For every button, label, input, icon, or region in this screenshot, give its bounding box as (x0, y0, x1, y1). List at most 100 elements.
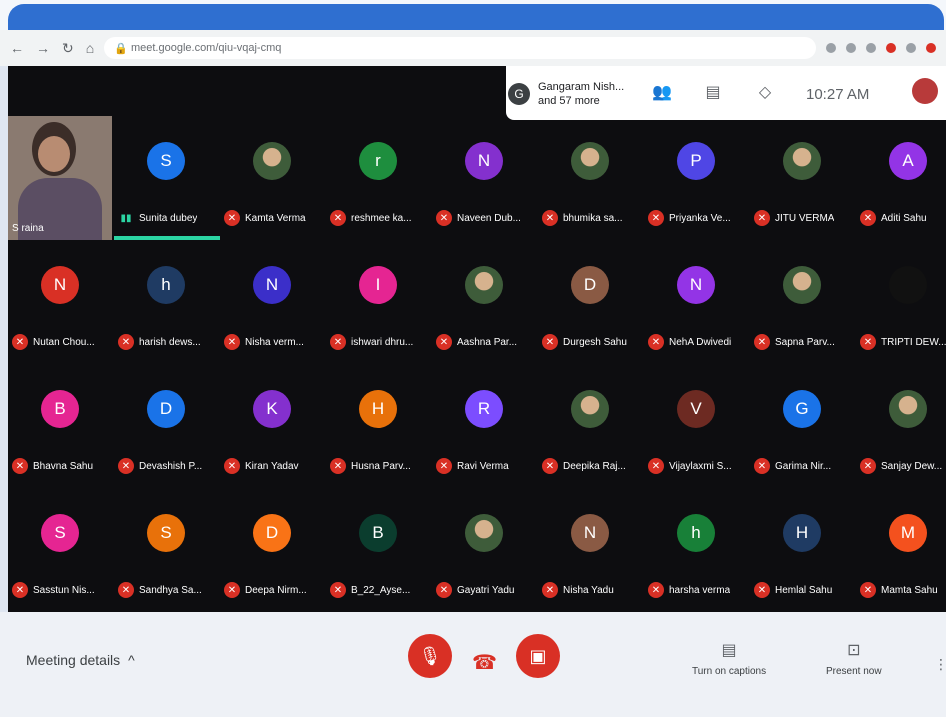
activities-icon[interactable]: ◇ (756, 84, 774, 102)
meeting-details-button[interactable]: Meeting details ^ (26, 652, 135, 668)
participant-tile[interactable]: R ✕ Ravi Verma (432, 364, 538, 488)
hang-up-button[interactable]: ☎ (472, 650, 497, 675)
clock: 10:27 AM (806, 86, 870, 103)
participant-tile[interactable]: P ✕ Priyanka Ve... (644, 116, 750, 240)
microphone-off-button[interactable]: 🎙 (408, 634, 452, 678)
participant-avatar: N (41, 266, 79, 304)
more-options-icon[interactable]: ⋮ (934, 656, 946, 673)
participant-avatar: S (41, 514, 79, 552)
participant-tile[interactable]: h ✕ harsha verma (644, 488, 750, 612)
browser-nav: ← → ↻ ⌂ (10, 40, 94, 57)
participant-label: ✕ Deepika Raj... (542, 458, 646, 474)
participant-label: ✕ Sandhya Sa... (118, 582, 222, 598)
self-video-tile[interactable]: S raina (8, 116, 112, 240)
participant-name: Bhavna Sahu (33, 460, 94, 472)
participant-tile[interactable]: B ✕ B_22_Ayse... (326, 488, 432, 612)
participant-tile[interactable]: h ✕ harish dews... (114, 240, 220, 364)
participant-tile[interactable]: ✕ Gayatri Yadu (432, 488, 538, 612)
mic-muted-icon: ✕ (118, 334, 134, 350)
participant-label: ✕ TRIPTI DEW... (860, 334, 946, 350)
profile-icon[interactable] (926, 43, 936, 53)
participant-tile[interactable]: V ✕ Vijaylaxmi S... (644, 364, 750, 488)
participant-tile[interactable]: ✕ Kamta Verma (220, 116, 326, 240)
home-icon[interactable]: ⌂ (86, 40, 94, 57)
present-button[interactable]: ⊡ Present now (826, 640, 882, 677)
participant-name: Hemlal Sahu (775, 584, 833, 596)
participant-avatar: h (677, 514, 715, 552)
participant-tile[interactable]: ✕ TRIPTI DEW... (856, 240, 946, 364)
camera-off-button[interactable]: ▣ (516, 634, 560, 678)
participant-tile[interactable]: ✕ Aashna Par... (432, 240, 538, 364)
participant-tile[interactable]: K ✕ Kiran Yadav (220, 364, 326, 488)
participant-name: Sapna Parv... (775, 336, 835, 348)
participant-name: Gayatri Yadu (457, 584, 515, 596)
user-avatar[interactable] (912, 78, 938, 104)
participant-tile[interactable]: S ✕ Sandhya Sa... (114, 488, 220, 612)
participant-name: Priyanka Ve... (669, 212, 731, 224)
address-bar[interactable]: 🔒 meet.google.com/qiu-vqaj-cmq (104, 37, 816, 59)
participant-tile[interactable]: ✕ Sapna Parv... (750, 240, 856, 364)
reload-icon[interactable]: ↻ (62, 40, 74, 57)
participant-tile[interactable]: ✕ Sanjay Dew... (856, 364, 946, 488)
participant-tile[interactable]: N ✕ Naveen Dub... (432, 116, 538, 240)
participant-avatar: D (253, 514, 291, 552)
participant-label: ✕ Nisha verm... (224, 334, 328, 350)
participant-tile[interactable]: N ✕ NehA Dwivedi (644, 240, 750, 364)
star-icon[interactable] (866, 43, 876, 53)
participant-label: ✕ Ravi Verma (436, 458, 540, 474)
participant-tile[interactable]: B ✕ Bhavna Sahu (8, 364, 114, 488)
people-icon[interactable]: 👥 (652, 84, 672, 102)
participant-tile[interactable]: N ✕ Nisha Yadu (538, 488, 644, 612)
chat-icon[interactable]: ▤ (704, 84, 722, 102)
participant-label: ✕ Kamta Verma (224, 210, 328, 226)
browser-extensions (826, 43, 936, 53)
present-label: Present now (826, 666, 882, 677)
participant-avatar: P (677, 142, 715, 180)
participant-label: ✕ Hemlal Sahu (754, 582, 858, 598)
participant-tile[interactable]: r ✕ reshmee ka... (326, 116, 432, 240)
speaking-indicator (114, 236, 220, 240)
camera-indicator-icon[interactable] (826, 43, 836, 53)
participant-tile[interactable]: N ✕ Nutan Chou... (8, 240, 114, 364)
participant-avatar (571, 390, 609, 428)
participants-chip[interactable]: G Gangaram Nish... and 57 more (508, 74, 624, 114)
participant-tile[interactable]: D ✕ Deepa Nirm... (220, 488, 326, 612)
participant-tile[interactable]: S ✕ Sasstun Nis... (8, 488, 114, 612)
participant-tile[interactable]: G ✕ Garima Nir... (750, 364, 856, 488)
participant-name: Deepika Raj... (563, 460, 626, 472)
participant-tile[interactable]: D ✕ Devashish P... (114, 364, 220, 488)
participant-tile[interactable]: H ✕ Husna Parv... (326, 364, 432, 488)
participant-label: ✕ Bhavna Sahu (12, 458, 116, 474)
mic-muted-icon: ✕ (118, 458, 134, 474)
participant-tile[interactable]: ✕ bhumika sa... (538, 116, 644, 240)
participant-tile[interactable]: D ✕ Durgesh Sahu (538, 240, 644, 364)
forward-icon[interactable]: → (36, 40, 50, 57)
participant-tile[interactable]: ✕ Deepika Raj... (538, 364, 644, 488)
extension-icon[interactable] (886, 43, 896, 53)
participant-tile[interactable]: N ✕ Nisha verm... (220, 240, 326, 364)
participant-name: Durgesh Sahu (563, 336, 627, 348)
participant-tile[interactable]: M ✕ Mamta Sahu (856, 488, 946, 612)
mic-muted-icon: ✕ (436, 334, 452, 350)
captions-label: Turn on captions (692, 666, 767, 677)
participant-label: ✕ ishwari dhru... (330, 334, 434, 350)
captions-button[interactable]: ▤ Turn on captions (692, 640, 766, 677)
back-icon[interactable]: ← (10, 40, 24, 57)
participant-label: ✕ Nisha Yadu (542, 582, 646, 598)
participant-name: Nisha Yadu (563, 584, 614, 596)
participant-tile[interactable]: S ▮▮ Sunita dubey (114, 116, 220, 240)
participant-tile[interactable]: I ✕ ishwari dhru... (326, 240, 432, 364)
participant-label: ✕ Sapna Parv... (754, 334, 858, 350)
meeting-details-label: Meeting details (26, 652, 121, 668)
participant-label: ✕ Sanjay Dew... (860, 458, 946, 474)
puzzle-icon[interactable] (906, 43, 916, 53)
participant-tile[interactable]: ✕ JITU VERMA (750, 116, 856, 240)
zoom-icon[interactable] (846, 43, 856, 53)
self-video-face (38, 136, 70, 172)
participants-chip-text: Gangaram Nish... and 57 more (538, 80, 624, 108)
participant-label: ✕ Husna Parv... (330, 458, 434, 474)
participant-name: bhumika sa... (563, 212, 623, 224)
participant-tile[interactable]: H ✕ Hemlal Sahu (750, 488, 856, 612)
participant-tile[interactable]: A ✕ Aditi Sahu (856, 116, 946, 240)
participant-label: ✕ Aashna Par... (436, 334, 540, 350)
